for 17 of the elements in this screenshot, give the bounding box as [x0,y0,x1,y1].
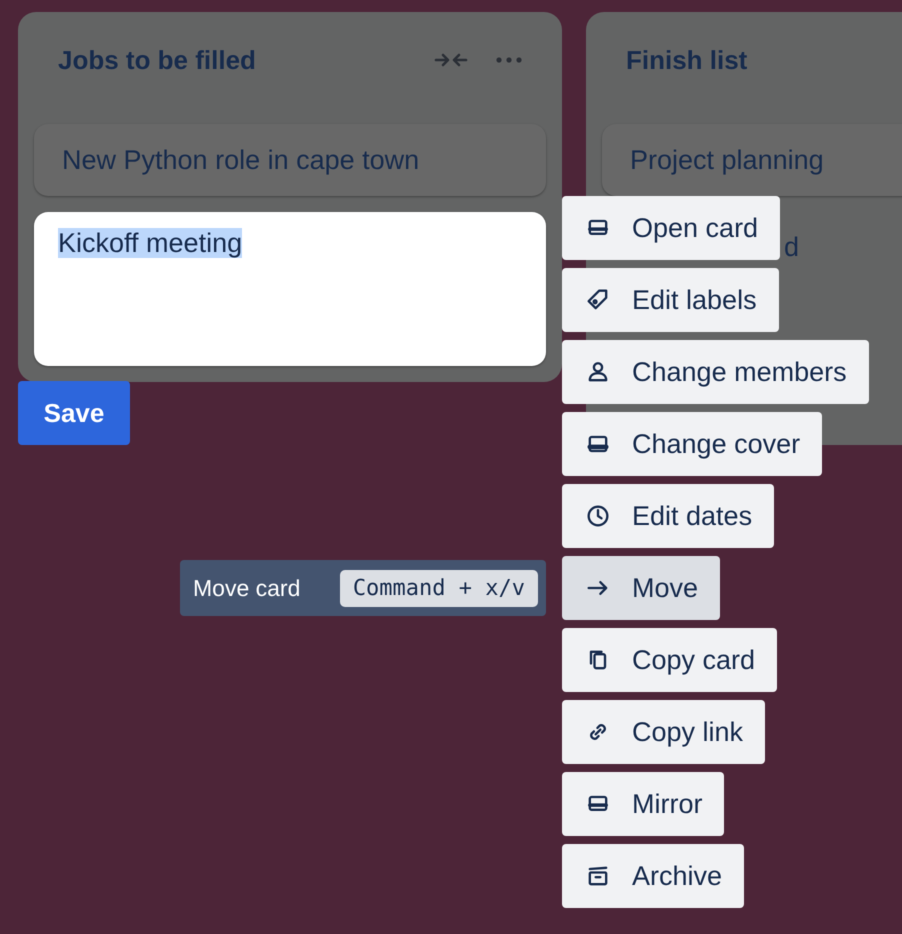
menu-item[interactable]: Edit dates [562,484,774,548]
list-title: Jobs to be filled [58,44,256,76]
menu-item[interactable]: Change cover [562,412,822,476]
card-edit-field[interactable]: Kickoff meeting [34,212,546,366]
menu-item[interactable]: Mirror [562,772,724,836]
more-icon[interactable] [496,57,522,63]
menu-item[interactable]: Archive [562,844,744,908]
menu-item[interactable]: Open card [562,196,780,260]
menu-item[interactable]: Move [562,556,720,620]
keyboard-shortcut: Command + x/v [340,570,538,606]
menu-item[interactable]: Copy card [562,628,778,692]
menu-item[interactable]: Copy link [562,700,766,764]
tooltip-label: Move card [193,574,300,602]
menu-item[interactable]: Edit labels [562,268,779,332]
menu-item[interactable]: Change members [562,340,869,404]
save-button[interactable]: Save [18,381,130,445]
list-title: Finish list [626,44,748,76]
